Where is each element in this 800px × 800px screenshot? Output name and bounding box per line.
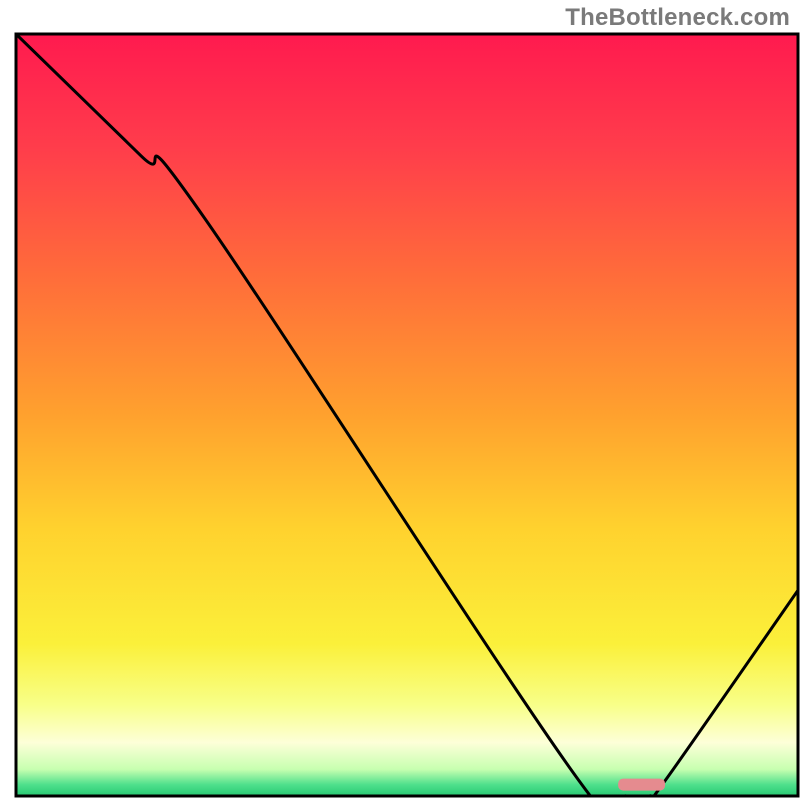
bottleneck-chart [0,0,800,800]
plot-area [16,34,798,800]
chart-container: TheBottleneck.com [0,0,800,800]
optimal-marker [618,779,665,791]
